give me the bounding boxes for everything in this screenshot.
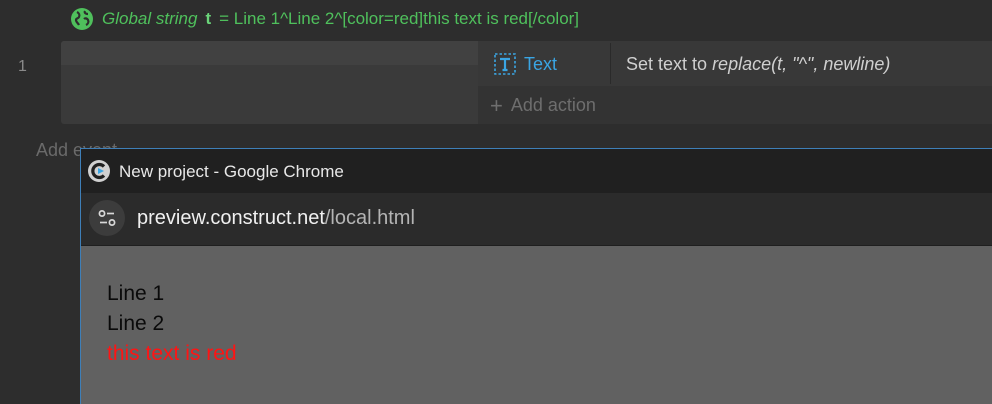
global-keyword: Global string xyxy=(102,9,198,28)
plus-icon: + xyxy=(490,92,503,118)
variable-value: = Line 1^Line 2^[color=red]this text is … xyxy=(219,9,580,28)
url-path: /local.html xyxy=(324,207,415,229)
condition-strip xyxy=(61,41,478,65)
global-variable[interactable]: Global string t = Line 1^Line 2^[color=r… xyxy=(70,6,579,32)
window-titlebar[interactable]: New project - Google Chrome xyxy=(81,149,992,193)
chrome-preview-window: New project - Google Chrome preview.cons… xyxy=(80,148,992,404)
preview-line-1: Line 1 xyxy=(107,282,165,305)
url-field[interactable]: preview.construct.net/local.html xyxy=(137,207,415,230)
site-info-icon xyxy=(98,210,116,226)
address-bar: preview.construct.net/local.html xyxy=(81,193,992,246)
text-object-icon xyxy=(494,53,516,75)
construct-icon xyxy=(87,159,111,183)
action-expression: replace(t, "^", newline) xyxy=(712,54,891,74)
variable-name: t xyxy=(205,9,212,28)
add-action-label: Add action xyxy=(510,95,596,115)
url-host: preview.construct.net xyxy=(137,207,325,229)
action-description-prefix: Set text to xyxy=(626,54,708,74)
event-actions-block: Text Set text to replace(t, "^", newline… xyxy=(478,41,992,124)
add-action-button[interactable]: + Add action xyxy=(490,92,596,118)
action-separator xyxy=(610,43,611,84)
preview-line-2: Line 2 xyxy=(107,312,165,335)
preview-page: Line 1 Line 2 this text is red xyxy=(81,246,992,404)
window-title: New project - Google Chrome xyxy=(119,162,344,181)
action-description[interactable]: Set text to replace(t, "^", newline) xyxy=(626,54,890,75)
event-row-number: 1 xyxy=(18,58,27,75)
event-conditions-block[interactable] xyxy=(61,41,478,124)
preview-red-line: this text is red xyxy=(107,342,237,365)
preview-text-object: Line 1 Line 2 this text is red xyxy=(107,279,237,369)
globe-icon xyxy=(70,7,94,31)
site-info-button[interactable] xyxy=(89,200,125,236)
action-object-name[interactable]: Text xyxy=(524,54,557,75)
action-row[interactable]: Text Set text to replace(t, "^", newline… xyxy=(478,41,992,86)
